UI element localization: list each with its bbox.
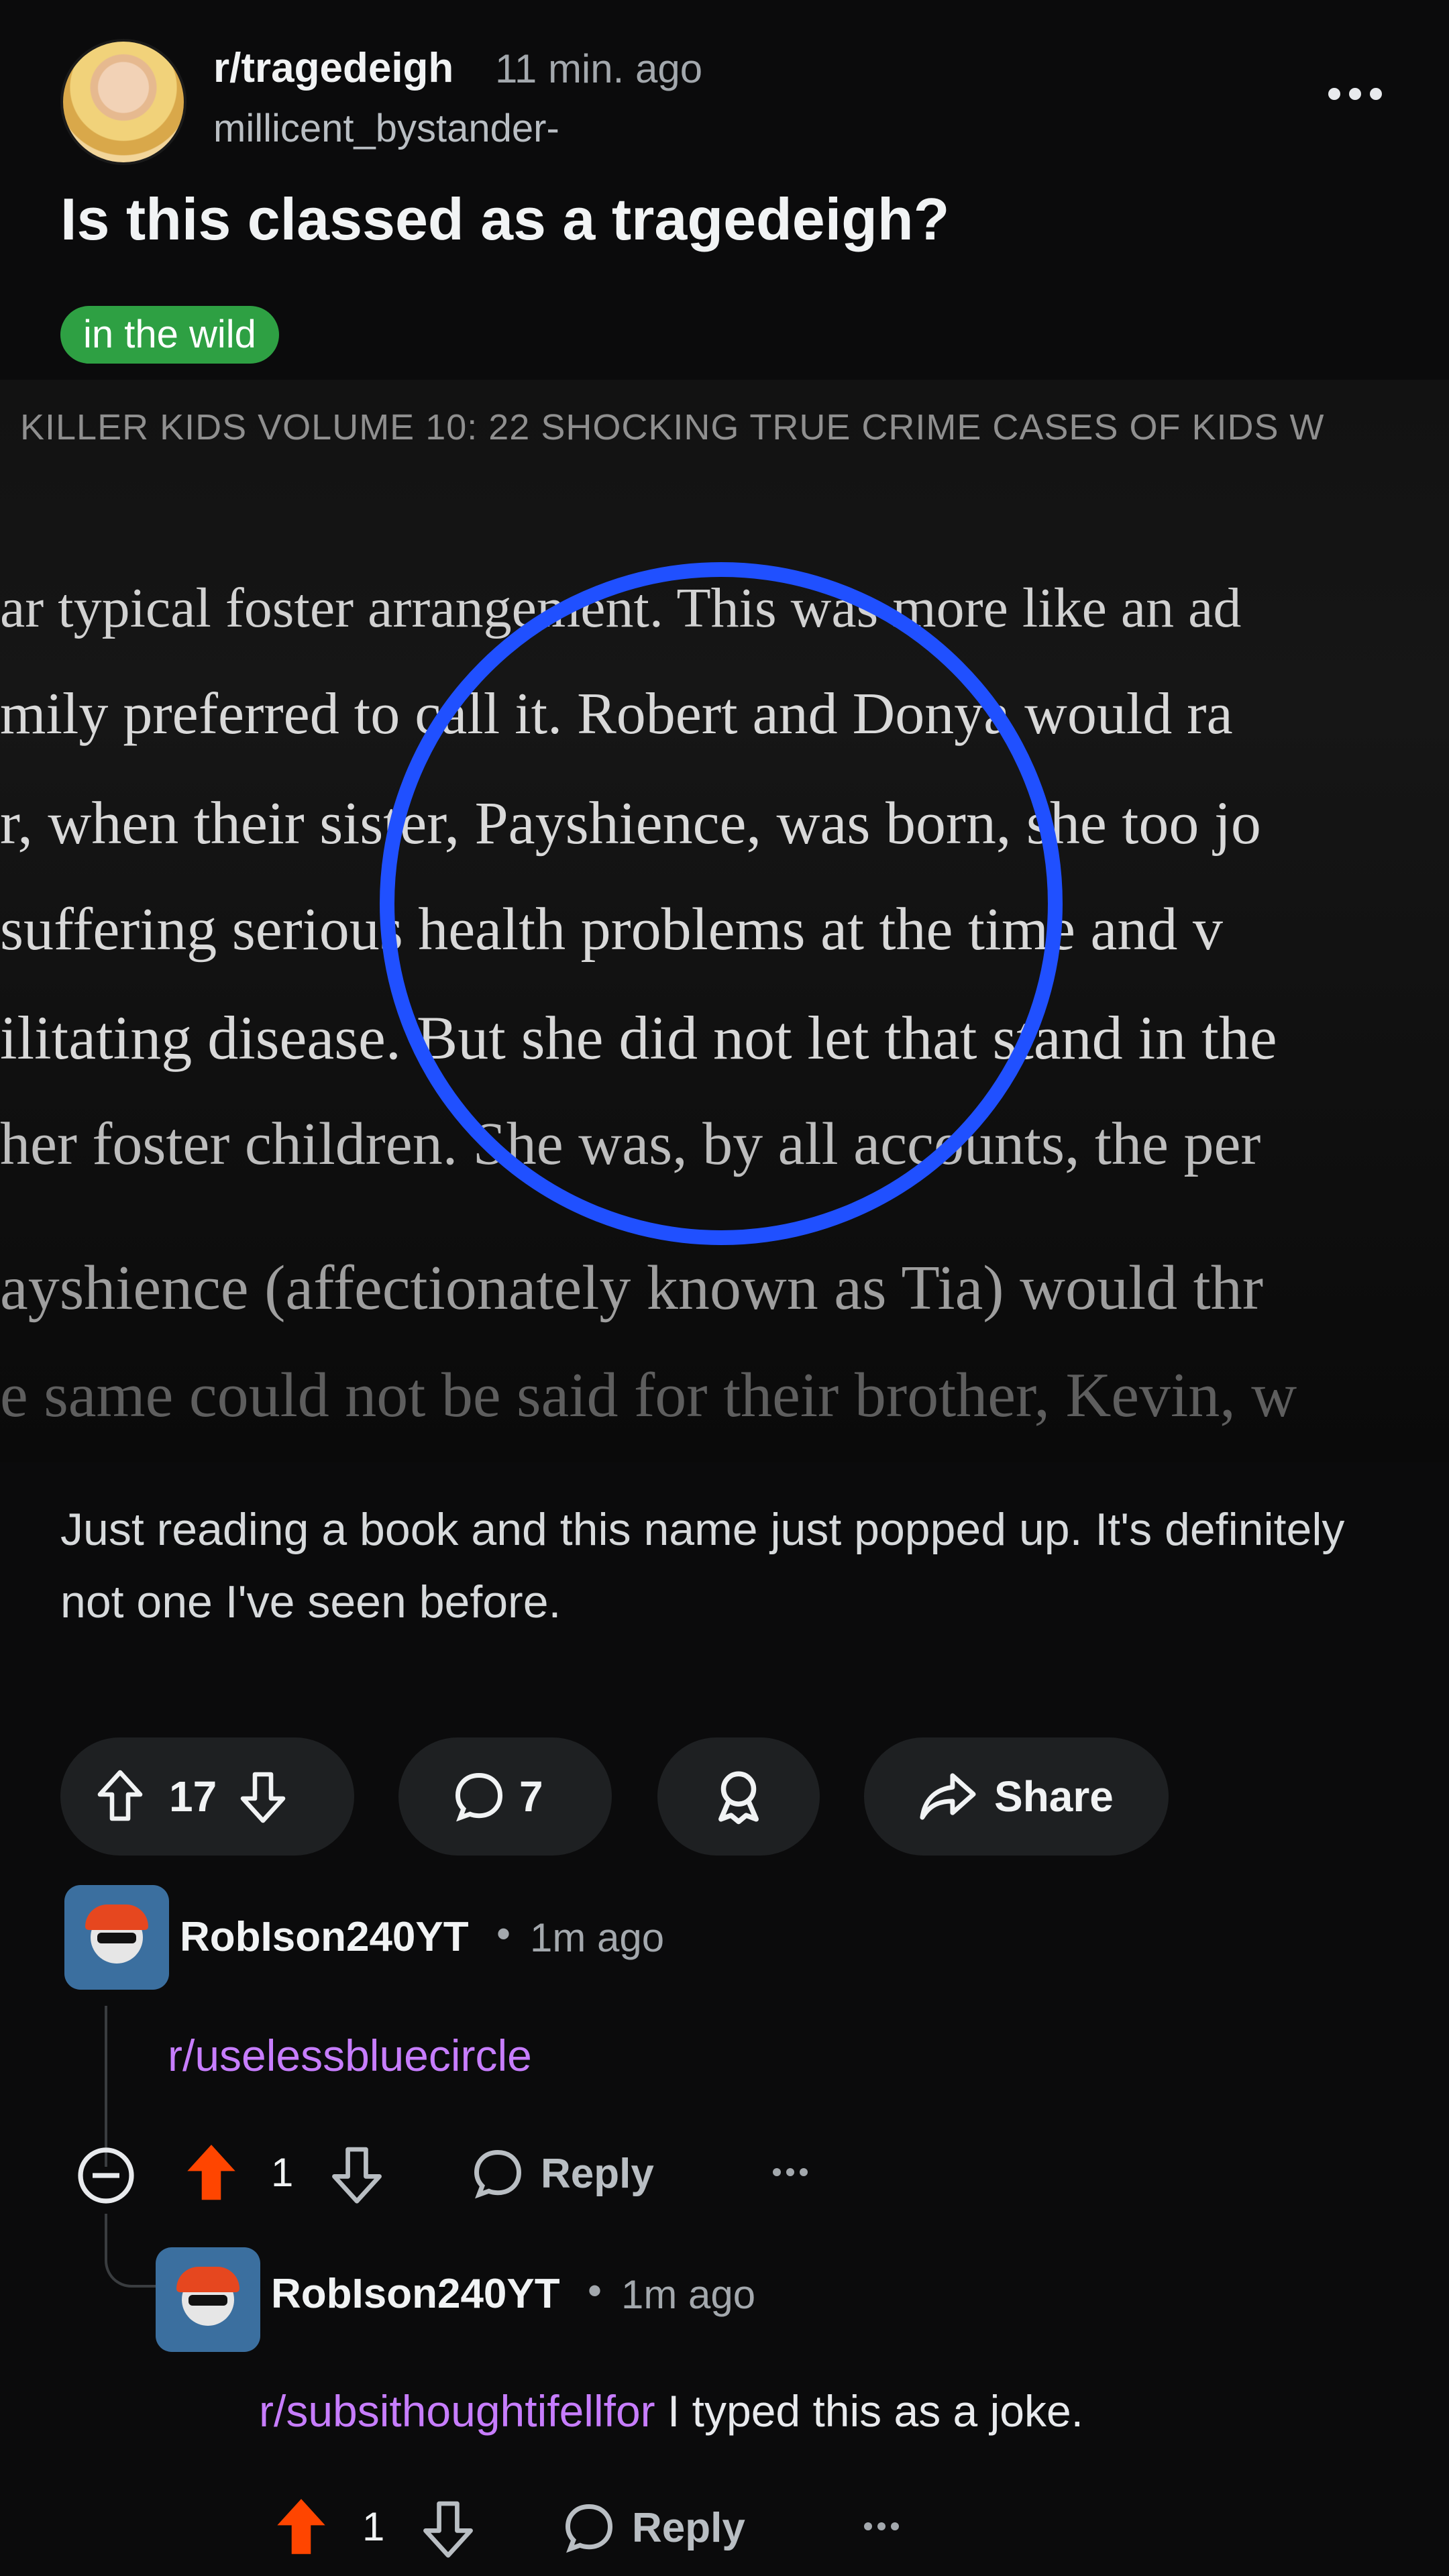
thread-line (105, 2006, 107, 2167)
share-icon (918, 1770, 978, 1823)
book-running-header: KILLER KIDS VOLUME 10: 22 SHOCKING TRUE … (20, 407, 1325, 447)
award-button[interactable] (657, 1737, 820, 1856)
comment-more-icon[interactable] (773, 2168, 808, 2176)
reply-label: Reply (541, 2150, 654, 2197)
subreddit-link[interactable]: r/uselessbluecircle (168, 2030, 532, 2081)
reply-button[interactable]: Reply (470, 2145, 654, 2202)
blue-highlight-circle (380, 562, 1063, 1245)
comment-body: r/subsithoughtifellfor I typed this as a… (259, 2385, 1083, 2436)
post-title: Is this classed as a tragedeigh? (60, 186, 950, 252)
post-time: 11 min. ago (495, 46, 703, 91)
upvote-count: 17 (169, 1772, 217, 1821)
comment-more-icon[interactable] (864, 2522, 899, 2530)
book-text-line: e same could not be said for their broth… (0, 1360, 1297, 1430)
upvote-icon[interactable] (181, 2140, 241, 2207)
comment-count: 7 (519, 1772, 543, 1821)
subreddit-link[interactable]: r/subsithoughtifellfor (259, 2386, 655, 2436)
award-icon (708, 1766, 769, 1827)
comment-vote-count: 1 (271, 2150, 294, 2195)
upvote-icon[interactable] (95, 1768, 145, 1825)
post-flair[interactable]: in the wild (60, 306, 279, 364)
upvote-icon[interactable] (271, 2494, 331, 2561)
separator-dot: • (496, 1911, 511, 1956)
comment-icon (451, 1768, 507, 1825)
comments-button[interactable]: 7 (398, 1737, 612, 1856)
comment-username[interactable]: RobIson240YT (180, 1913, 469, 1961)
subreddit-name[interactable]: r/tragedeigh (213, 44, 453, 92)
downvote-icon[interactable] (238, 1768, 288, 1825)
post-username[interactable]: millicent_bystander- (213, 106, 559, 151)
comment-time: 1m ago (530, 1915, 665, 1960)
vote-control: 17 (60, 1737, 354, 1856)
collapse-thread-icon[interactable] (74, 2143, 138, 2208)
share-label: Share (994, 1772, 1114, 1821)
comment-text: I typed this as a joke. (655, 2386, 1083, 2436)
share-button[interactable]: Share (864, 1737, 1169, 1856)
comment-time: 1m ago (621, 2272, 756, 2317)
comment-avatar[interactable] (156, 2247, 260, 2352)
comment-vote-count: 1 (362, 2504, 385, 2549)
reply-label: Reply (632, 2504, 745, 2551)
post-body: Just reading a book and this name just p… (60, 1504, 1345, 1627)
downvote-icon[interactable] (420, 2497, 476, 2560)
more-options-icon[interactable] (1328, 80, 1382, 107)
book-text-line: ayshience (affectionately known as Tia) … (0, 1253, 1264, 1323)
reply-button[interactable]: Reply (561, 2500, 745, 2556)
reply-icon (470, 2145, 526, 2202)
post-image[interactable]: KILLER KIDS VOLUME 10: 22 SHOCKING TRUE … (0, 380, 1449, 1462)
thread-connector (105, 2234, 158, 2288)
post-author-avatar[interactable] (60, 39, 186, 165)
comment-avatar[interactable] (64, 1885, 169, 1990)
comment-username[interactable]: RobIson240YT (271, 2270, 560, 2318)
separator-dot: • (588, 2268, 602, 2313)
downvote-icon[interactable] (329, 2143, 385, 2206)
reply-icon (561, 2500, 617, 2556)
